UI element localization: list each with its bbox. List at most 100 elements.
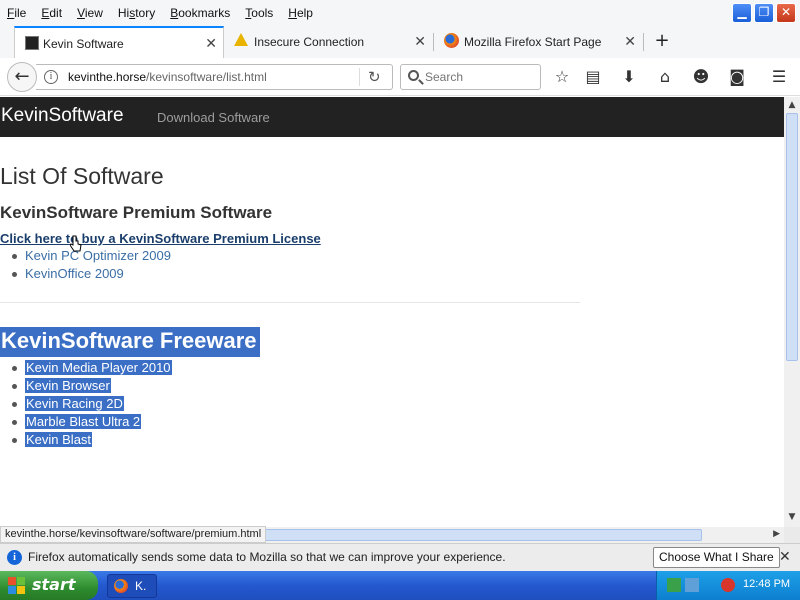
menu-view[interactable]: View — [70, 3, 111, 23]
close-notification-icon[interactable]: ✕ — [779, 549, 791, 565]
taskbar-item-label: K. — [135, 579, 147, 593]
list-item-text[interactable]: Kevin Blast — [25, 432, 93, 447]
status-url: kevinthe.horse/kevinsoftware/software/pr… — [0, 526, 267, 543]
hand-cursor-icon — [70, 235, 82, 252]
menu-icon[interactable]: ☰ — [768, 66, 790, 88]
tab-label: Kevin Software — [43, 37, 124, 51]
taskbar-item-firefox[interactable]: K. — [107, 574, 157, 598]
security-alert-icon[interactable] — [721, 578, 735, 592]
bookmark-star-icon[interactable]: ☆ — [551, 66, 573, 88]
nav-download-software[interactable]: Download Software — [157, 110, 270, 125]
search-icon — [408, 70, 419, 81]
scroll-right-icon[interactable]: ▶ — [773, 529, 780, 539]
list-item-text[interactable]: Kevin Media Player 2010 — [25, 360, 172, 375]
list-item[interactable]: Kevin PC Optimizer 2009 — [0, 247, 171, 265]
maximize-button[interactable]: ❐ — [754, 3, 774, 23]
back-button[interactable]: ← — [7, 62, 37, 92]
url-bar[interactable]: i kevinthe.horse/kevinsoftware/list.html… — [36, 64, 393, 90]
network-icon[interactable] — [667, 578, 681, 592]
menu-history[interactable]: History — [111, 3, 163, 23]
access-key: V — [77, 6, 85, 20]
list-item[interactable]: Kevin Media Player 2010 — [0, 359, 172, 377]
menu-help[interactable]: Help — [281, 3, 321, 23]
divider — [0, 302, 580, 303]
freeware-heading: KevinSoftware Freeware — [0, 327, 260, 357]
close-tab-icon[interactable]: ✕ — [205, 36, 217, 50]
tab-kevin-software[interactable]: Kevin Software ✕ — [14, 26, 224, 58]
list-item[interactable]: Kevin Blast — [0, 431, 172, 449]
access-key: H — [288, 6, 297, 20]
reader-view-icon[interactable]: ▤ — [582, 66, 604, 88]
title-bar: File Edit View History Bookmarks Tools H… — [0, 0, 800, 26]
list-item[interactable]: Kevin Browser — [0, 377, 172, 395]
list-item-text[interactable]: Kevin Racing 2D — [25, 396, 124, 411]
scroll-down-icon[interactable]: ▼ — [786, 511, 798, 523]
chat-icon[interactable]: ☻ — [690, 66, 712, 88]
reload-icon[interactable]: ↻ — [368, 68, 381, 86]
scroll-thumb[interactable] — [262, 529, 702, 541]
tab-insecure-connection[interactable]: Insecure Connection ✕ — [226, 26, 432, 58]
clock: 12:48 PM — [743, 578, 791, 590]
start-label: start — [32, 575, 76, 594]
list-item-text[interactable]: Kevin Browser — [25, 378, 111, 393]
choose-what-i-share-button[interactable]: Choose What I Share — [653, 547, 780, 568]
notification-text: Firefox automatically sends some data to… — [28, 550, 506, 564]
system-tray: 12:48 PM — [656, 571, 800, 600]
firefox-icon — [444, 33, 459, 48]
window-controls: ▁ ❐ ✕ — [732, 3, 796, 23]
access-key: B — [170, 6, 179, 20]
url-path: /kevinsoftware/list.html — [146, 70, 267, 84]
menu-file[interactable]: File — [0, 3, 34, 23]
list-item[interactable]: Kevin Racing 2D — [0, 395, 172, 413]
tab-separator — [643, 33, 644, 51]
access-key: T — [245, 6, 252, 20]
pocket-icon[interactable]: ◙ — [726, 66, 748, 88]
start-button[interactable]: start — [0, 571, 98, 600]
close-tab-icon[interactable]: ✕ — [624, 34, 636, 48]
menu-edit[interactable]: Edit — [34, 3, 70, 23]
vertical-scrollbar[interactable]: ▲ ▼ — [784, 97, 800, 527]
site-info-icon[interactable]: i — [44, 70, 58, 84]
list-item[interactable]: KevinOffice 2009 — [0, 265, 171, 283]
firefox-icon — [114, 579, 128, 593]
menu-bookmarks[interactable]: Bookmarks — [163, 3, 238, 23]
scroll-up-icon[interactable]: ▲ — [786, 99, 798, 111]
premium-list: Kevin PC Optimizer 2009 KevinOffice 2009 — [0, 247, 171, 283]
warning-icon — [234, 33, 248, 46]
access-key: E — [41, 6, 50, 20]
access-key: F — [7, 6, 15, 20]
buy-premium-link[interactable]: Click here to buy a KevinSoftware Premiu… — [0, 231, 321, 246]
minimize-button[interactable]: ▁ — [732, 3, 752, 23]
scroll-thumb[interactable] — [786, 113, 798, 361]
list-item[interactable]: Marble Blast Ultra 2 — [0, 413, 172, 431]
url-host: kevinthe.horse — [68, 70, 147, 84]
menu-bar: File Edit View History Bookmarks Tools H… — [0, 3, 321, 23]
taskbar: start K. 12:48 PM — [0, 571, 800, 600]
info-icon: i — [7, 550, 22, 565]
new-tab-button[interactable]: + — [652, 31, 672, 51]
page-viewport: KevinSoftware Download Software List Of … — [0, 97, 784, 527]
notification-bar: i Firefox automatically sends some data … — [0, 543, 800, 571]
navigation-toolbar: i kevinthe.horse/kevinsoftware/list.html… — [0, 58, 800, 96]
tab-separator — [433, 33, 434, 51]
tab-strip: Kevin Software ✕ Insecure Connection ✕ M… — [0, 26, 800, 58]
menu-tools[interactable]: Tools — [238, 3, 281, 23]
tab-label: Mozilla Firefox Start Page — [464, 35, 602, 49]
access-key: s — [129, 6, 136, 20]
list-item-text[interactable]: Marble Blast Ultra 2 — [25, 414, 142, 429]
display-icon[interactable] — [685, 578, 699, 592]
url-divider — [359, 68, 360, 86]
close-tab-icon[interactable]: ✕ — [414, 34, 426, 48]
url-text[interactable]: kevinthe.horse/kevinsoftware/list.html — [68, 70, 267, 84]
tab-firefox-start-page[interactable]: Mozilla Firefox Start Page ✕ — [436, 26, 642, 58]
site-navbar: KevinSoftware Download Software — [0, 97, 784, 137]
search-input[interactable] — [425, 69, 535, 85]
home-icon[interactable]: ⌂ — [654, 66, 676, 88]
close-window-button[interactable]: ✕ — [776, 3, 796, 23]
page-title: List Of Software — [0, 163, 164, 189]
site-brand[interactable]: KevinSoftware — [1, 105, 124, 127]
search-bar[interactable] — [400, 64, 541, 90]
scrollbar-corner — [784, 527, 800, 543]
downloads-icon[interactable]: ⬇ — [618, 66, 640, 88]
tab-label: Insecure Connection — [254, 35, 365, 49]
